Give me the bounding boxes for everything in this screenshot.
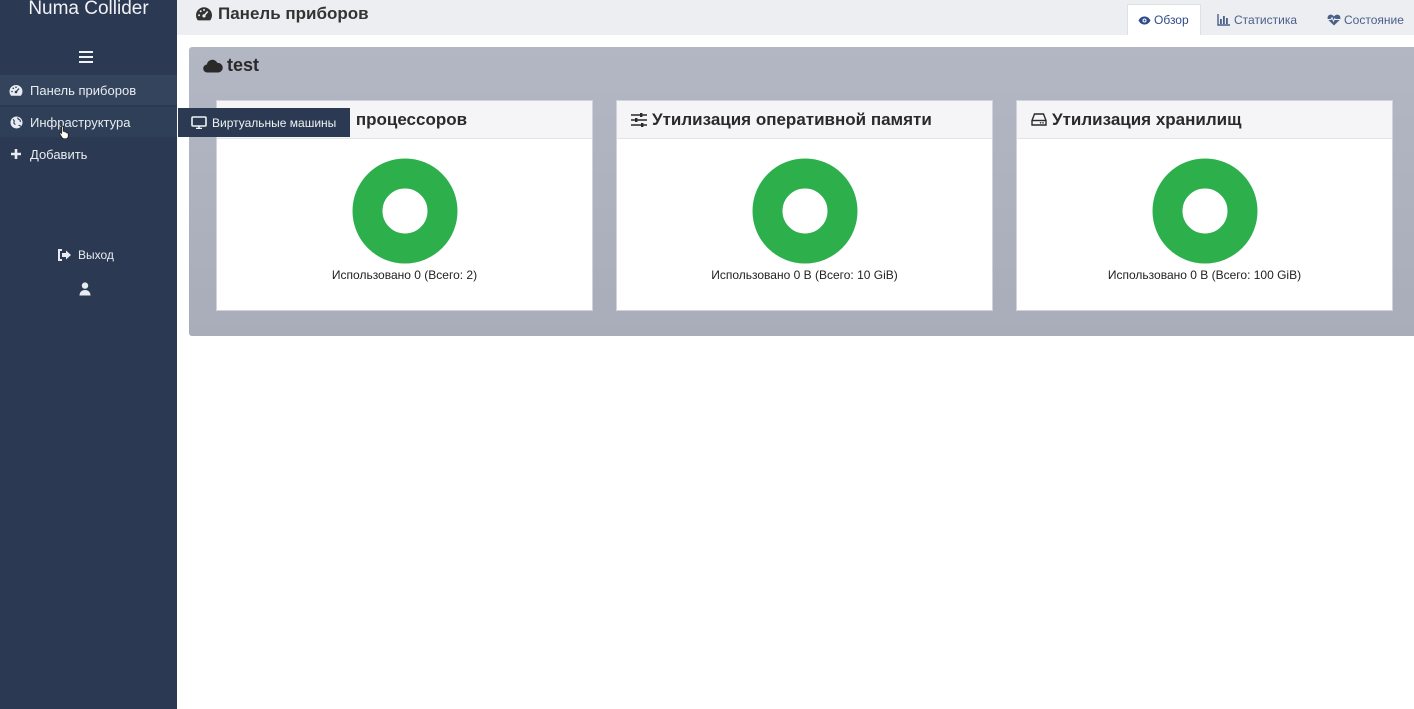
- sidebar-item-add[interactable]: Добавить: [0, 139, 177, 169]
- page-title-text: Панель приборов: [218, 4, 369, 23]
- sign-out-icon: [57, 249, 72, 261]
- panel-title: test: [203, 55, 259, 76]
- heartbeat-icon: [1327, 14, 1341, 26]
- sidebar-item-dashboard[interactable]: Панель приборов: [0, 75, 177, 105]
- dashboard-icon: [9, 83, 23, 97]
- tab-label: Обзор: [1154, 13, 1189, 27]
- user-icon[interactable]: [79, 282, 91, 301]
- dashboard-panel: test Утилизация процессоров Использовано…: [189, 47, 1414, 336]
- eye-icon: [1138, 16, 1151, 25]
- tab-label: Состояние: [1344, 12, 1404, 27]
- sidebar-item-label: Инфраструктура: [30, 114, 131, 130]
- monitor-icon: [191, 116, 207, 129]
- tab-statistics[interactable]: Статистика: [1207, 4, 1307, 35]
- sidebar-item-label: Панель приборов: [30, 82, 137, 98]
- tab-label: Статистика: [1234, 12, 1298, 27]
- page-title: Панель приборов: [195, 4, 369, 24]
- sliders-icon: [631, 112, 647, 127]
- donut-free-arc: [752, 158, 858, 264]
- plus-icon: [9, 147, 23, 161]
- donut-free-arc: [1152, 158, 1258, 264]
- tab-overview[interactable]: Обзор: [1127, 4, 1201, 35]
- donut-free-arc: [352, 158, 458, 264]
- submenu-virtual-machines[interactable]: Виртуальные машины: [178, 108, 350, 137]
- storage-utilization-card: Утилизация хранилищ Использовано 0 B (Вс…: [1016, 100, 1393, 311]
- app-brand[interactable]: Numa Collider: [0, 0, 177, 20]
- submenu-label: Виртуальные машины: [212, 115, 337, 130]
- cloud-icon: [203, 59, 223, 73]
- mouse-cursor-icon: [59, 125, 70, 144]
- usage-caption: Использовано 0 (Всего: 2): [331, 268, 478, 282]
- sidebar: Numa Collider Панель приборов Инфраструк…: [0, 0, 177, 709]
- menu-toggle-icon[interactable]: [79, 51, 93, 63]
- tab-status[interactable]: Состояние: [1317, 4, 1414, 35]
- dashboard-icon: [195, 6, 213, 22]
- storage-usage-donut: [1152, 158, 1258, 264]
- logout-button[interactable]: Выход: [57, 248, 114, 262]
- bar-chart-icon: [1217, 13, 1231, 26]
- memory-utilization-card: Утилизация оперативной памяти Использова…: [616, 100, 993, 311]
- card-title: Утилизация оперативной памяти: [652, 109, 932, 129]
- sidebar-item-label: Добавить: [30, 146, 88, 162]
- page-header: Панель приборов Обзор Статистика Состоян…: [177, 0, 1414, 35]
- hdd-icon: [1031, 113, 1047, 126]
- panel-title-text: test: [227, 55, 260, 75]
- logout-label: Выход: [78, 248, 114, 262]
- card-header: Утилизация хранилищ: [1017, 101, 1392, 139]
- card-title: Утилизация хранилищ: [1052, 109, 1242, 129]
- cpu-usage-donut: [352, 158, 458, 264]
- usage-caption: Использовано 0 B (Всего: 100 GiB): [1107, 268, 1302, 282]
- memory-usage-donut: [752, 158, 858, 264]
- globe-icon: [9, 115, 23, 129]
- usage-caption: Использовано 0 B (Всего: 10 GiB): [711, 268, 898, 282]
- sidebar-item-infrastructure[interactable]: Инфраструктура: [0, 107, 177, 137]
- card-header: Утилизация оперативной памяти: [617, 101, 992, 139]
